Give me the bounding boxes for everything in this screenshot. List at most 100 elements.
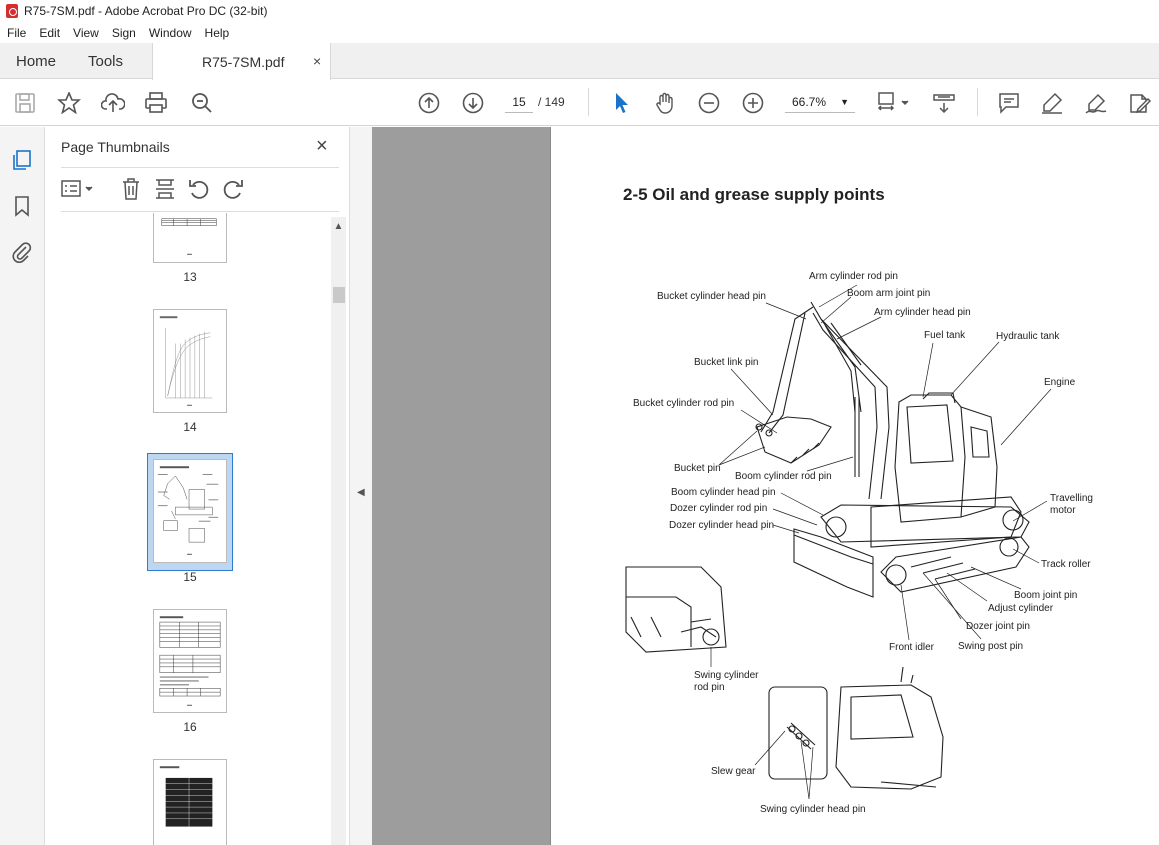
thumbnail-label: 15 [183,570,197,584]
page-total: / 149 [538,95,565,109]
thumbnail-page-14[interactable] [153,309,227,413]
tab-bar: Home Tools R75-7SM.pdf × [0,43,1159,80]
thumbnail-page-13[interactable] [153,213,227,263]
menu-edit[interactable]: Edit [32,26,66,40]
thumbnail-page-17[interactable] [153,759,227,845]
scrollbar-thumb[interactable] [333,287,345,303]
menu-help[interactable]: Help [198,26,236,40]
toolbar-separator [588,88,589,116]
zoom-out-icon[interactable] [697,92,721,114]
label-dozer-cylinder-rod-pin: Dozer cylinder rod pin [670,503,768,514]
window-title: R75-7SM.pdf - Adobe Acrobat Pro DC (32-b… [24,4,268,18]
rotate-left-icon[interactable] [187,177,211,201]
panel-title: Page Thumbnails [61,139,170,155]
acrobat-app-icon [6,4,18,18]
thumbnail-label: 13 [183,270,197,284]
label-slew-gear: Slew gear [711,766,756,777]
close-icon[interactable]: × [316,135,328,158]
label-bucket-pin: Bucket pin [674,463,721,474]
label-fuel-tank: Fuel tank [924,330,966,341]
label-swing-post-pin: Swing post pin [958,641,1024,652]
hand-icon[interactable] [653,92,677,114]
chevron-down-icon: ▼ [840,97,849,107]
menu-sign[interactable]: Sign [105,26,142,40]
label-travelling: Travelling [1050,493,1093,504]
thumbnail-label: 16 [183,720,197,734]
tab-close-icon[interactable]: × [313,53,321,69]
label-bucket-cylinder-head-pin: Bucket cylinder head pin [657,291,766,302]
tab-home[interactable]: Home [16,43,56,79]
edit-pdf-icon[interactable] [1128,92,1152,114]
label-swing-cylinder-head-pin: Swing cylinder head pin [760,804,866,815]
toolbar-separator [977,88,978,116]
page-thumbnails-panel: Page Thumbnails × 13 14 15 16 [45,127,350,845]
label-dozer-cylinder-head-pin: Dozer cylinder head pin [669,520,775,531]
star-icon[interactable] [56,90,82,115]
main-toolbar [0,80,1159,126]
sign-icon[interactable] [1084,92,1108,114]
zoom-value: 66.7% [792,95,827,109]
navigation-rail [0,127,45,845]
panel-divider [61,211,339,212]
rotate-right-icon[interactable] [221,177,245,201]
panel-collapse-handle[interactable]: ◀ [350,127,372,845]
delete-icon[interactable] [119,177,143,201]
track-upper [820,504,1030,543]
document-page: 2-5 Oil and grease supply points Arm cyl… [550,127,1159,845]
comment-icon[interactable] [997,92,1021,114]
zoom-select[interactable]: 66.7% ▼ [785,91,855,113]
collapse-left-icon[interactable]: ◀ [357,487,365,498]
thumbnail-list: 13 14 15 16 [45,213,335,845]
thumbnail-page-15[interactable] [153,459,227,563]
bucket [756,416,832,464]
label-boom-arm-joint-pin: Boom arm joint pin [847,288,931,299]
tab-document-label: R75-7SM.pdf [202,53,285,70]
extract-page-icon[interactable] [153,177,177,201]
page-up-icon[interactable] [417,92,441,114]
label-track-roller: Track roller [1041,559,1091,570]
panel-divider [61,167,339,168]
boom [810,301,890,500]
page-number-input[interactable]: 15 [505,91,533,113]
label-hydraulic-tank: Hydraulic tank [996,331,1060,342]
thumbnail-label: 14 [183,420,197,434]
menu-view[interactable]: View [66,26,105,40]
menu-window[interactable]: Window [142,26,198,40]
tab-document[interactable]: R75-7SM.pdf [152,43,331,80]
select-icon[interactable] [609,92,633,114]
label-adjust-cylinder: Adjust cylinder [988,603,1054,614]
label-bucket-link-pin: Bucket link pin [694,357,759,368]
label-engine: Engine [1044,377,1076,388]
find-icon[interactable] [190,92,214,114]
excavator-diagram [625,284,1052,800]
tab-tools[interactable]: Tools [88,43,123,79]
label-dozer-joint-pin: Dozer joint pin [966,621,1030,632]
thumbnail-page-16[interactable] [153,609,227,713]
label-swing-cylinder-rod-pin-line2: rod pin [694,682,725,693]
label-motor: motor [1050,505,1076,516]
bookmarks-icon[interactable] [11,195,33,217]
thumbnail-scrollbar[interactable]: ▲ [331,217,346,845]
attachments-icon[interactable] [11,241,33,263]
label-arm-cylinder-head-pin: Arm cylinder head pin [874,307,971,318]
fit-page-icon[interactable] [876,92,912,114]
label-boom-cylinder-rod-pin: Boom cylinder rod pin [735,471,832,482]
menu-file[interactable]: File [0,26,32,40]
upload-icon[interactable] [100,92,126,114]
zoom-in-icon[interactable] [741,92,765,114]
label-bucket-cylinder-rod-pin: Bucket cylinder rod pin [633,398,735,409]
menu-bar: File Edit View Sign Window Help [0,22,1159,43]
print-icon[interactable] [144,92,168,114]
label-arm-cylinder-rod-pin: Arm cylinder rod pin [809,271,898,282]
options-menu-icon[interactable] [61,177,97,201]
highlight-icon[interactable] [1040,92,1064,114]
page-down-icon[interactable] [461,92,485,114]
save-icon[interactable] [13,92,37,114]
label-swing-cylinder-rod-pin-line1: Swing cylinder [694,670,759,681]
scroll-mode-icon[interactable] [932,92,956,114]
scroll-up-icon[interactable]: ▲ [331,221,346,232]
page-thumbnails-icon[interactable] [11,149,33,171]
label-boom-cylinder-head-pin: Boom cylinder head pin [671,487,776,498]
title-bar: R75-7SM.pdf - Adobe Acrobat Pro DC (32-b… [0,0,1159,22]
label-front-idler: Front idler [889,642,935,653]
